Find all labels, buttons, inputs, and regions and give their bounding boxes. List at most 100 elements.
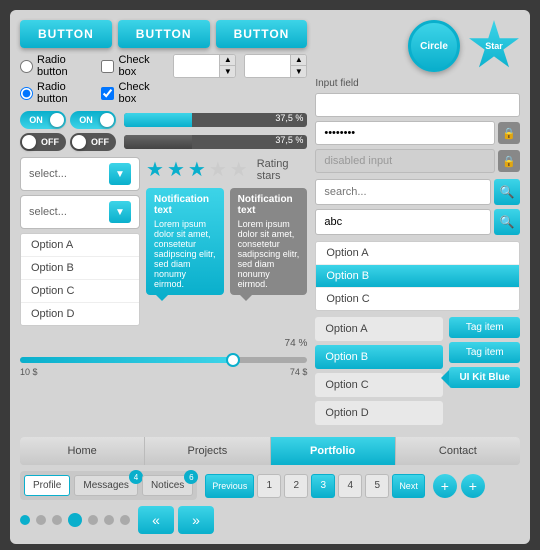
dropdown-option-a[interactable]: Option A bbox=[21, 234, 139, 257]
page-1[interactable]: 1 bbox=[257, 474, 281, 498]
nav-tab-projects[interactable]: Projects bbox=[145, 437, 270, 465]
dot-6[interactable] bbox=[104, 515, 114, 525]
check-label-1: Check box bbox=[118, 54, 165, 78]
bottom-right-section: Option A Option B Option C Option D Tag … bbox=[315, 317, 520, 425]
toggle-knob-4 bbox=[72, 135, 86, 149]
search-input-2[interactable] bbox=[315, 209, 491, 235]
bottom-option-d[interactable]: Option D bbox=[315, 401, 443, 425]
check-item-2[interactable]: Check box bbox=[101, 81, 165, 105]
arrow-buttons: « » bbox=[138, 506, 214, 534]
radio-item-2[interactable]: Radio button bbox=[20, 81, 93, 105]
button-2[interactable]: BUTTON bbox=[118, 20, 210, 48]
select-arrow-1: ▼ bbox=[109, 163, 131, 185]
slider-thumb[interactable] bbox=[226, 353, 240, 367]
radio-label-2: Radio button bbox=[37, 81, 93, 105]
radio-2[interactable] bbox=[20, 87, 33, 100]
dropdown-option-b[interactable]: Option B bbox=[21, 257, 139, 280]
star-4[interactable]: ★ bbox=[209, 157, 227, 182]
spin-down-1[interactable]: ▼ bbox=[219, 66, 235, 77]
password-input[interactable] bbox=[315, 121, 495, 145]
page-2[interactable]: 2 bbox=[284, 474, 308, 498]
number-field-2[interactable]: 4,1 bbox=[245, 55, 290, 77]
search-wrap-2: 🔍 bbox=[315, 209, 520, 235]
arrow-right[interactable]: » bbox=[178, 506, 214, 534]
sub-tab-messages[interactable]: Messages 4 bbox=[74, 475, 138, 496]
slider-fill bbox=[20, 357, 233, 363]
bottom-option-c[interactable]: Option C bbox=[315, 373, 443, 397]
search-button-2[interactable]: 🔍 bbox=[494, 209, 520, 235]
star-badge[interactable]: Star bbox=[468, 20, 520, 72]
notif-body-2: Lorem ipsum dolor sit amet, consetetur s… bbox=[238, 219, 300, 289]
number-input-1[interactable]: 1000 ▲ ▼ bbox=[173, 54, 236, 78]
checkbox-2[interactable] bbox=[101, 87, 114, 100]
page-prev[interactable]: Previous bbox=[205, 474, 254, 498]
spin-up-2[interactable]: ▲ bbox=[290, 55, 306, 66]
star-3[interactable]: ★ bbox=[188, 157, 206, 182]
check-item-1[interactable]: Check box bbox=[101, 54, 165, 78]
dot-7[interactable] bbox=[120, 515, 130, 525]
search-input-1[interactable] bbox=[315, 179, 491, 205]
input-row-1 bbox=[315, 93, 520, 117]
dropdown-option-c[interactable]: Option C bbox=[21, 280, 139, 303]
dot-5[interactable] bbox=[88, 515, 98, 525]
tag-btn-1[interactable]: Tag item bbox=[449, 317, 520, 338]
tag-btn-2[interactable]: Tag item bbox=[449, 342, 520, 363]
select-placeholder-2: select... bbox=[29, 206, 67, 218]
spin-down-2[interactable]: ▼ bbox=[290, 66, 306, 77]
toggle-off-1[interactable]: OFF bbox=[20, 133, 66, 151]
sub-tab-notices[interactable]: Notices 6 bbox=[142, 475, 193, 496]
sub-tab-profile[interactable]: Profile bbox=[24, 475, 70, 496]
toggle-knob-1 bbox=[50, 113, 64, 127]
add-btn-2[interactable]: + bbox=[461, 474, 485, 498]
add-btn-1[interactable]: + bbox=[433, 474, 457, 498]
nav-tab-portfolio[interactable]: Portfolio bbox=[271, 437, 396, 465]
star-2[interactable]: ★ bbox=[167, 157, 185, 182]
right-option-b[interactable]: Option B bbox=[316, 265, 519, 288]
dot-1[interactable] bbox=[20, 515, 30, 525]
right-option-c[interactable]: Option C bbox=[316, 288, 519, 310]
nav-tab-contact[interactable]: Contact bbox=[396, 437, 520, 465]
toggle-off-2[interactable]: OFF bbox=[70, 133, 116, 151]
number-input-2[interactable]: 4,1 ▲ ▼ bbox=[244, 54, 307, 78]
progress-label-1: 37,5 % bbox=[275, 113, 303, 123]
radio-item-1[interactable]: Radio button bbox=[20, 54, 93, 78]
button-1[interactable]: BUTTON bbox=[20, 20, 112, 48]
nav-tab-home[interactable]: Home bbox=[20, 437, 145, 465]
dot-2[interactable] bbox=[36, 515, 46, 525]
bottom-option-a[interactable]: Option A bbox=[315, 317, 443, 341]
messages-badge: 4 bbox=[129, 470, 143, 484]
slider-track[interactable] bbox=[20, 357, 307, 363]
page-5[interactable]: 5 bbox=[365, 474, 389, 498]
circle-badge[interactable]: Circle bbox=[408, 20, 460, 72]
pagination: Previous 1 2 3 4 5 Next bbox=[205, 474, 425, 498]
right-option-a[interactable]: Option A bbox=[316, 242, 519, 265]
notifications-row: Notification text Lorem ipsum dolor sit … bbox=[146, 188, 307, 295]
bottom-option-b[interactable]: Option B bbox=[315, 345, 443, 369]
star-5[interactable]: ★ bbox=[230, 157, 248, 182]
dropdown-option-d[interactable]: Option D bbox=[21, 303, 139, 325]
radio-1[interactable] bbox=[20, 60, 33, 73]
notification-teal: Notification text Lorem ipsum dolor sit … bbox=[146, 188, 224, 295]
button-3[interactable]: BUTTON bbox=[216, 20, 308, 48]
toggle-on-1[interactable]: ON bbox=[20, 111, 66, 129]
toggle-on-2[interactable]: ON bbox=[70, 111, 116, 129]
sub-tabs: Profile Messages 4 Notices 6 bbox=[20, 471, 197, 500]
select-1[interactable]: select... ▼ bbox=[20, 157, 140, 191]
spin-up-1[interactable]: ▲ bbox=[219, 55, 235, 66]
input-row-password: 🔒 bbox=[315, 121, 520, 145]
select-2[interactable]: select... ▼ bbox=[20, 195, 140, 229]
star-1[interactable]: ★ bbox=[146, 157, 164, 182]
number-field-1[interactable]: 1000 bbox=[174, 55, 219, 77]
checkbox-1[interactable] bbox=[101, 60, 114, 73]
add-buttons: + + bbox=[433, 474, 485, 498]
search-button-1[interactable]: 🔍 bbox=[494, 179, 520, 205]
dot-4[interactable] bbox=[68, 513, 82, 527]
page-4[interactable]: 4 bbox=[338, 474, 362, 498]
page-3[interactable]: 3 bbox=[311, 474, 335, 498]
text-input-1[interactable] bbox=[315, 93, 520, 117]
toggle-on-label-2: ON bbox=[72, 115, 100, 125]
arrow-left[interactable]: « bbox=[138, 506, 174, 534]
dot-3[interactable] bbox=[52, 515, 62, 525]
page-next[interactable]: Next bbox=[392, 474, 425, 498]
progress-bar-1: 37,5 % bbox=[124, 111, 307, 129]
